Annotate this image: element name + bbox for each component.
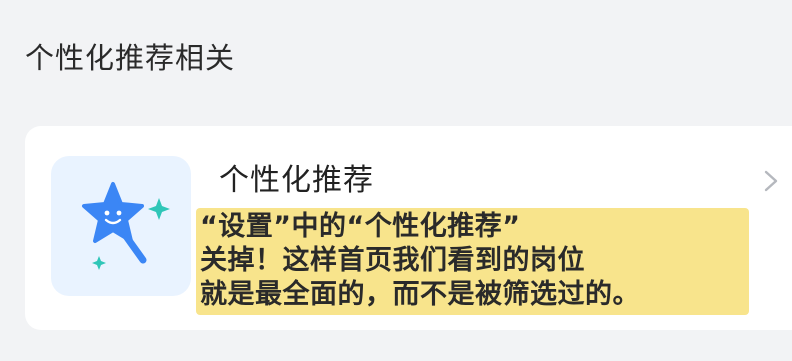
annotation-line: 关掉！这样首页我们看到的岗位 [200,245,585,276]
annotation-line: 就是最全面的，而不是被筛选过的。 [200,279,640,310]
section-title: 个性化推荐相关 [25,41,236,75]
magic-wand-star-icon [51,156,191,296]
chevron-right-icon[interactable] [761,166,781,196]
setting-item-title: 个性化推荐 [219,163,374,198]
annotation-line: “设置”中的“个性化推荐” [200,211,521,242]
annotation-note: “设置”中的“个性化推荐” 关掉！这样首页我们看到的岗位 就是最全面的，而不是被… [196,208,749,315]
